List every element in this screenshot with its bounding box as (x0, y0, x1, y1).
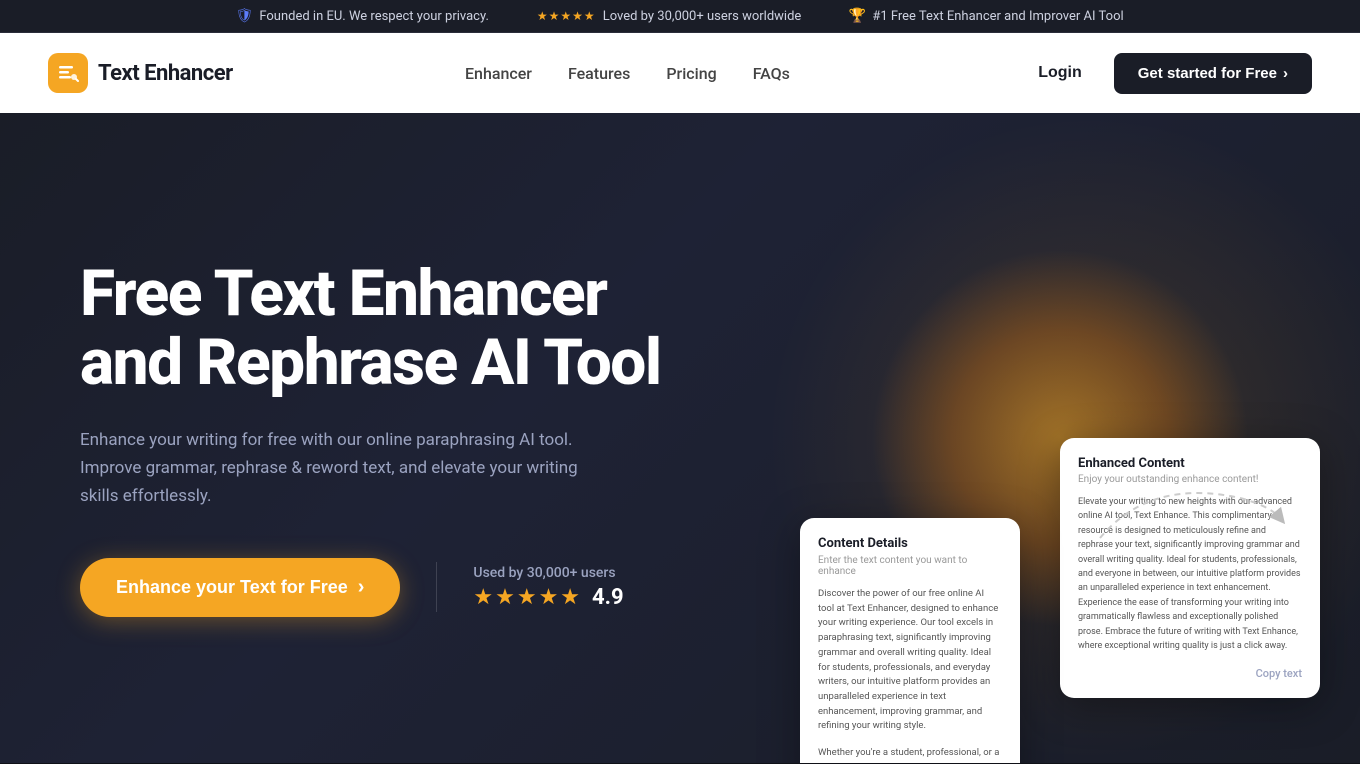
social-proof-row: ★★★★★ 4.9 (473, 585, 623, 610)
hero-section: Free Text Enhancer and Rephrase AI Tool … (0, 113, 1360, 763)
nav-link-pricing[interactable]: Pricing (666, 64, 716, 83)
nav-link-features[interactable]: Features (568, 64, 630, 83)
topbar-stars: ★★★★★ (537, 9, 596, 23)
enhance-cta-arrow: › (358, 576, 365, 599)
nav-item-features[interactable]: Features (568, 64, 630, 83)
nav-item-enhancer[interactable]: Enhancer (465, 64, 532, 83)
hero-title-line1: Free Text Enhancer (80, 256, 606, 331)
social-proof: Used by 30,000+ users ★★★★★ 4.9 (473, 565, 623, 610)
nav-links: Enhancer Features Pricing FAQs (465, 64, 790, 83)
hero-left: Free Text Enhancer and Rephrase AI Tool … (80, 259, 760, 616)
nav-link-enhancer[interactable]: Enhancer (465, 64, 532, 83)
hero-cta-row: Enhance your Text for Free › Used by 30,… (80, 558, 760, 617)
card-output-subtitle: Enjoy your outstanding enhance content! (1078, 474, 1302, 485)
topbar-privacy: 🛡 Founded in EU. We respect your privacy… (236, 8, 489, 24)
social-proof-label: Used by 30,000+ users (473, 565, 623, 581)
card-input-title: Content Details (818, 536, 1002, 551)
topbar-users: ★★★★★ Loved by 30,000+ users worldwide (537, 9, 801, 24)
hero-title-line2: and Rephrase AI Tool (80, 325, 661, 400)
enhance-cta-button[interactable]: Enhance your Text for Free › (80, 558, 400, 617)
logo[interactable]: Text Enhancer (48, 53, 233, 93)
nav-item-faqs[interactable]: FAQs (753, 64, 790, 83)
trophy-icon: 🏆 (849, 8, 865, 24)
rating-number: 4.9 (592, 585, 624, 610)
get-started-button[interactable]: Get started for Free › (1114, 53, 1312, 94)
hero-title: Free Text Enhancer and Rephrase AI Tool (80, 259, 760, 397)
copy-text-button[interactable]: Copy text (1078, 667, 1302, 680)
navbar: Text Enhancer Enhancer Features Pricing … (0, 33, 1360, 113)
login-button[interactable]: Login (1022, 56, 1098, 90)
enhance-cta-label: Enhance your Text for Free (116, 577, 348, 598)
topbar-award: 🏆 #1 Free Text Enhancer and Improver AI … (849, 8, 1123, 24)
topbar: 🛡 Founded in EU. We respect your privacy… (0, 0, 1360, 33)
hero-subtitle: Enhance your writing for free with our o… (80, 426, 600, 510)
card-content-details: Content Details Enter the text content y… (800, 518, 1020, 763)
get-started-arrow: › (1283, 65, 1288, 82)
card-output-text: Elevate your writing to new heights with… (1078, 495, 1302, 653)
card-input-text2: Whether you're a student, professional, … (818, 746, 1002, 763)
topbar-award-text: #1 Free Text Enhancer and Improver AI To… (872, 9, 1123, 24)
rating-stars: ★★★★★ (473, 585, 582, 610)
get-started-label: Get started for Free (1138, 65, 1277, 82)
shield-icon: 🛡 (236, 8, 252, 24)
card-input-subtitle: Enter the text content you want to enhan… (818, 555, 1002, 577)
card-output-title: Enhanced Content (1078, 456, 1302, 471)
topbar-users-text: Loved by 30,000+ users worldwide (603, 9, 802, 24)
logo-text: Text Enhancer (98, 61, 233, 86)
nav-actions: Login Get started for Free › (1022, 53, 1312, 94)
card-enhanced-content: Enhanced Content Enjoy your outstanding … (1060, 438, 1320, 698)
logo-icon (48, 53, 88, 93)
cta-divider (436, 562, 437, 612)
nav-link-faqs[interactable]: FAQs (753, 64, 790, 83)
topbar-privacy-text: Founded in EU. We respect your privacy. (259, 9, 489, 24)
card-input-text1: Discover the power of our free online AI… (818, 587, 1002, 734)
nav-item-pricing[interactable]: Pricing (666, 64, 716, 83)
